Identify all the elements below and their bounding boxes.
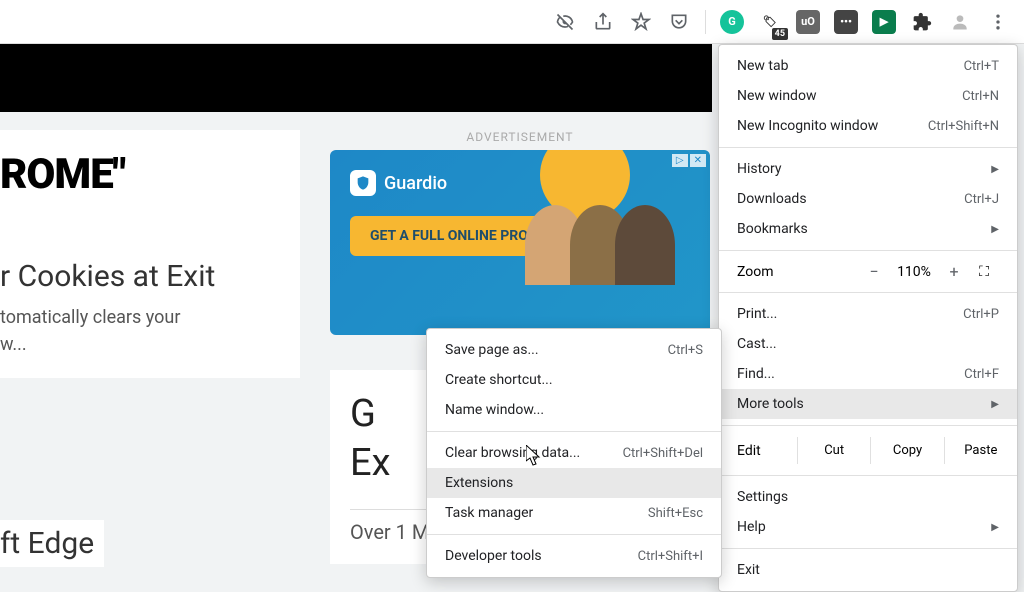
ad-controls[interactable]: ▷✕ (672, 154, 706, 167)
submenu-save-page[interactable]: Save page as...Ctrl+S (427, 335, 721, 365)
menu-separator (719, 292, 1017, 293)
profile-avatar-icon[interactable] (944, 6, 976, 38)
menu-separator (719, 475, 1017, 476)
submenu-name-window[interactable]: Name window... (427, 395, 721, 425)
menu-more-tools[interactable]: More tools▶ (719, 389, 1017, 419)
chevron-right-icon: ▶ (991, 399, 999, 410)
badge-count: 45 (772, 28, 788, 40)
submenu-task-manager[interactable]: Task managerShift+Esc (427, 498, 721, 528)
ad-logo: Guardio (350, 170, 690, 196)
submenu-create-shortcut[interactable]: Create shortcut... (427, 365, 721, 395)
page-title-fragment: ROME" (0, 150, 290, 199)
eye-off-icon[interactable] (549, 6, 581, 38)
menu-edit-row: Edit Cut Copy Paste (719, 432, 1017, 469)
menu-cast[interactable]: Cast... (719, 329, 1017, 359)
share-icon[interactable] (587, 6, 619, 38)
menu-settings[interactable]: Settings (719, 482, 1017, 512)
menu-new-incognito[interactable]: New Incognito windowCtrl+Shift+N (719, 111, 1017, 141)
more-tools-submenu: Save page as...Ctrl+S Create shortcut...… (426, 328, 722, 578)
browser-toolbar: G 🏷45 uO ••• ▶ (0, 0, 1024, 44)
menu-separator (719, 548, 1017, 549)
grammarly-ext-icon[interactable]: G (716, 6, 748, 38)
menu-dots-icon[interactable] (982, 6, 1014, 38)
menu-history[interactable]: History▶ (719, 154, 1017, 184)
ad-people-graphic (540, 205, 710, 335)
fullscreen-icon[interactable]: ⛶ (969, 264, 999, 280)
toolbar-divider (705, 10, 706, 34)
dots-ext-icon[interactable]: ••• (830, 6, 862, 38)
cookies-heading[interactable]: r Cookies at Exit (0, 259, 290, 294)
menu-help[interactable]: Help▶ (719, 512, 1017, 542)
menu-bookmarks[interactable]: Bookmarks▶ (719, 214, 1017, 244)
menu-downloads[interactable]: DownloadsCtrl+J (719, 184, 1017, 214)
submenu-dev-tools[interactable]: Developer toolsCtrl+Shift+I (427, 541, 721, 571)
menu-new-tab[interactable]: New tabCtrl+T (719, 51, 1017, 81)
menu-new-window[interactable]: New windowCtrl+N (719, 81, 1017, 111)
shield-icon (350, 170, 376, 196)
cut-button[interactable]: Cut (797, 437, 870, 464)
paste-button[interactable]: Paste (944, 437, 1017, 464)
chevron-right-icon: ▶ (991, 164, 999, 175)
menu-print[interactable]: Print...Ctrl+P (719, 299, 1017, 329)
submenu-extensions[interactable]: Extensions (427, 468, 721, 498)
cookies-desc-line1: tomatically clears your (0, 304, 290, 331)
copy-button[interactable]: Copy (870, 437, 943, 464)
menu-separator (719, 250, 1017, 251)
tag-ext-icon[interactable]: 🏷45 (754, 6, 786, 38)
submenu-clear-data[interactable]: Clear browsing data...Ctrl+Shift+Del (427, 438, 721, 468)
menu-separator (719, 147, 1017, 148)
ublock-ext-icon[interactable]: uO (792, 6, 824, 38)
menu-find[interactable]: Find...Ctrl+F (719, 359, 1017, 389)
zoom-in-button[interactable]: + (939, 262, 969, 281)
menu-exit[interactable]: Exit (719, 555, 1017, 585)
ad-container: ADVERTISEMENT ▷✕ Guardio GET A FULL ONLI… (330, 130, 710, 335)
ad-banner[interactable]: ▷✕ Guardio GET A FULL ONLINE PROTECTION (330, 150, 710, 335)
page-header-band (0, 44, 712, 112)
zoom-value: 110% (889, 264, 939, 280)
edge-heading-fragment[interactable]: ft Edge (0, 520, 104, 567)
menu-zoom-row: Zoom − 110% + ⛶ (719, 257, 1017, 286)
article-left-panel: ROME" r Cookies at Exit tomatically clea… (0, 130, 300, 378)
chrome-main-menu: New tabCtrl+T New windowCtrl+N New Incog… (718, 44, 1018, 592)
mouse-cursor-icon (526, 445, 544, 471)
chevron-right-icon: ▶ (991, 224, 999, 235)
extensions-puzzle-icon[interactable] (906, 6, 938, 38)
play-ext-icon[interactable]: ▶ (868, 6, 900, 38)
menu-separator (427, 431, 721, 432)
zoom-out-button[interactable]: − (859, 262, 889, 281)
chevron-right-icon: ▶ (991, 522, 999, 533)
pocket-icon[interactable] (663, 6, 695, 38)
ad-label: ADVERTISEMENT (330, 130, 710, 144)
cookies-desc-line2: w... (0, 331, 290, 358)
star-icon[interactable] (625, 6, 657, 38)
menu-separator (719, 425, 1017, 426)
menu-separator (427, 534, 721, 535)
